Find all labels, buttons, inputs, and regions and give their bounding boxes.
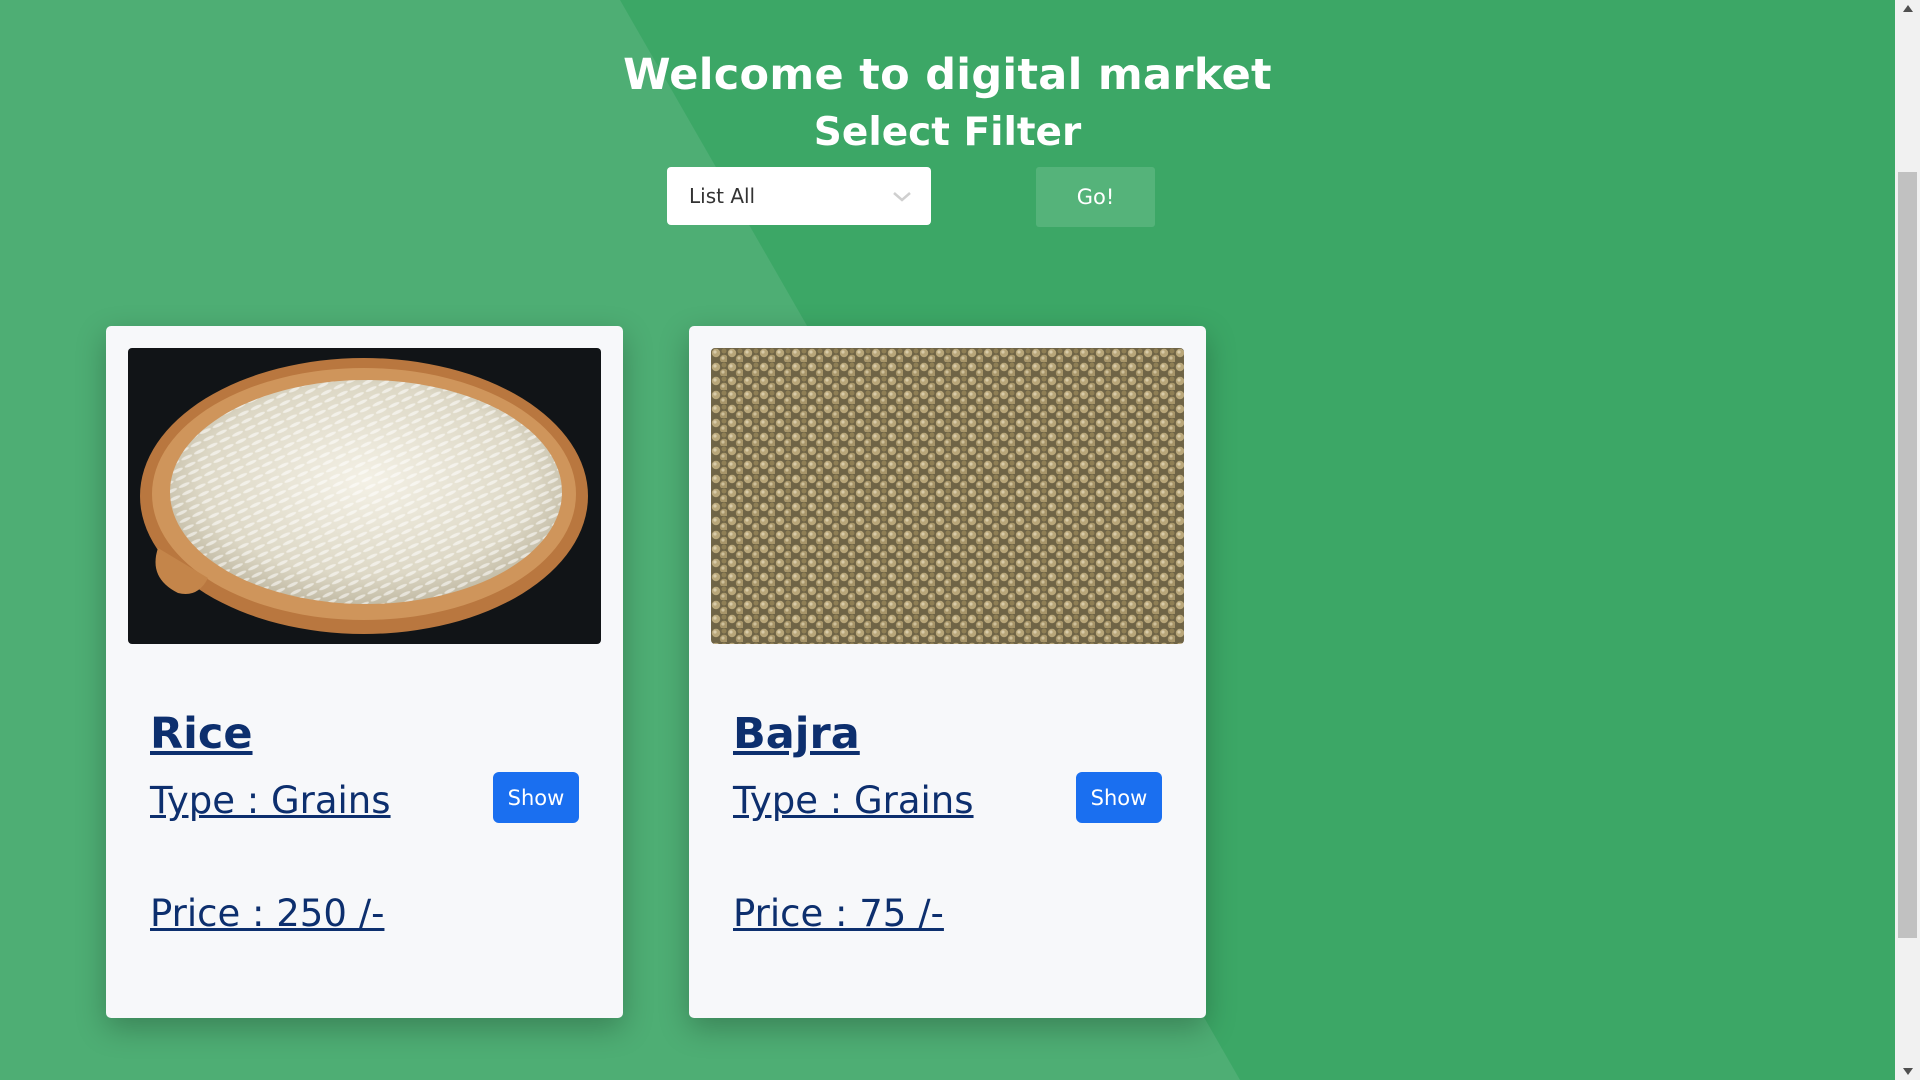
product-card: Bajra Type : Grains Show Price : 75 /- [689, 326, 1206, 1018]
show-button[interactable]: Show [1076, 772, 1162, 823]
arrow-up-icon[interactable] [1895, 0, 1920, 17]
product-type-link[interactable]: Type : Grains [733, 779, 974, 822]
product-name-link[interactable]: Bajra [733, 709, 860, 759]
filter-heading: Select Filter [813, 110, 1082, 155]
product-type-link[interactable]: Type : Grains [150, 779, 391, 822]
show-button[interactable]: Show [493, 772, 579, 823]
product-price-link[interactable]: Price : 250 /- [150, 892, 384, 935]
arrow-down-icon[interactable] [1895, 1063, 1920, 1080]
product-card: Rice Type : Grains Show Price : 250 /- [106, 326, 623, 1018]
page-title: Welcome to digital market [623, 50, 1272, 100]
rice-bowl-image [128, 348, 601, 644]
filter-select-value: List All [689, 184, 756, 208]
chevron-down-icon [893, 192, 911, 202]
scrollbar-thumb[interactable] [1898, 172, 1917, 938]
product-name-link[interactable]: Rice [150, 709, 253, 759]
page: Welcome to digital market Select Filter … [0, 0, 1895, 1080]
product-price-link[interactable]: Price : 75 /- [733, 892, 944, 935]
filter-select[interactable]: List All [667, 167, 931, 225]
vertical-scrollbar[interactable] [1895, 0, 1920, 1080]
go-button[interactable]: Go! [1036, 167, 1155, 227]
bajra-grains-image [711, 348, 1184, 644]
